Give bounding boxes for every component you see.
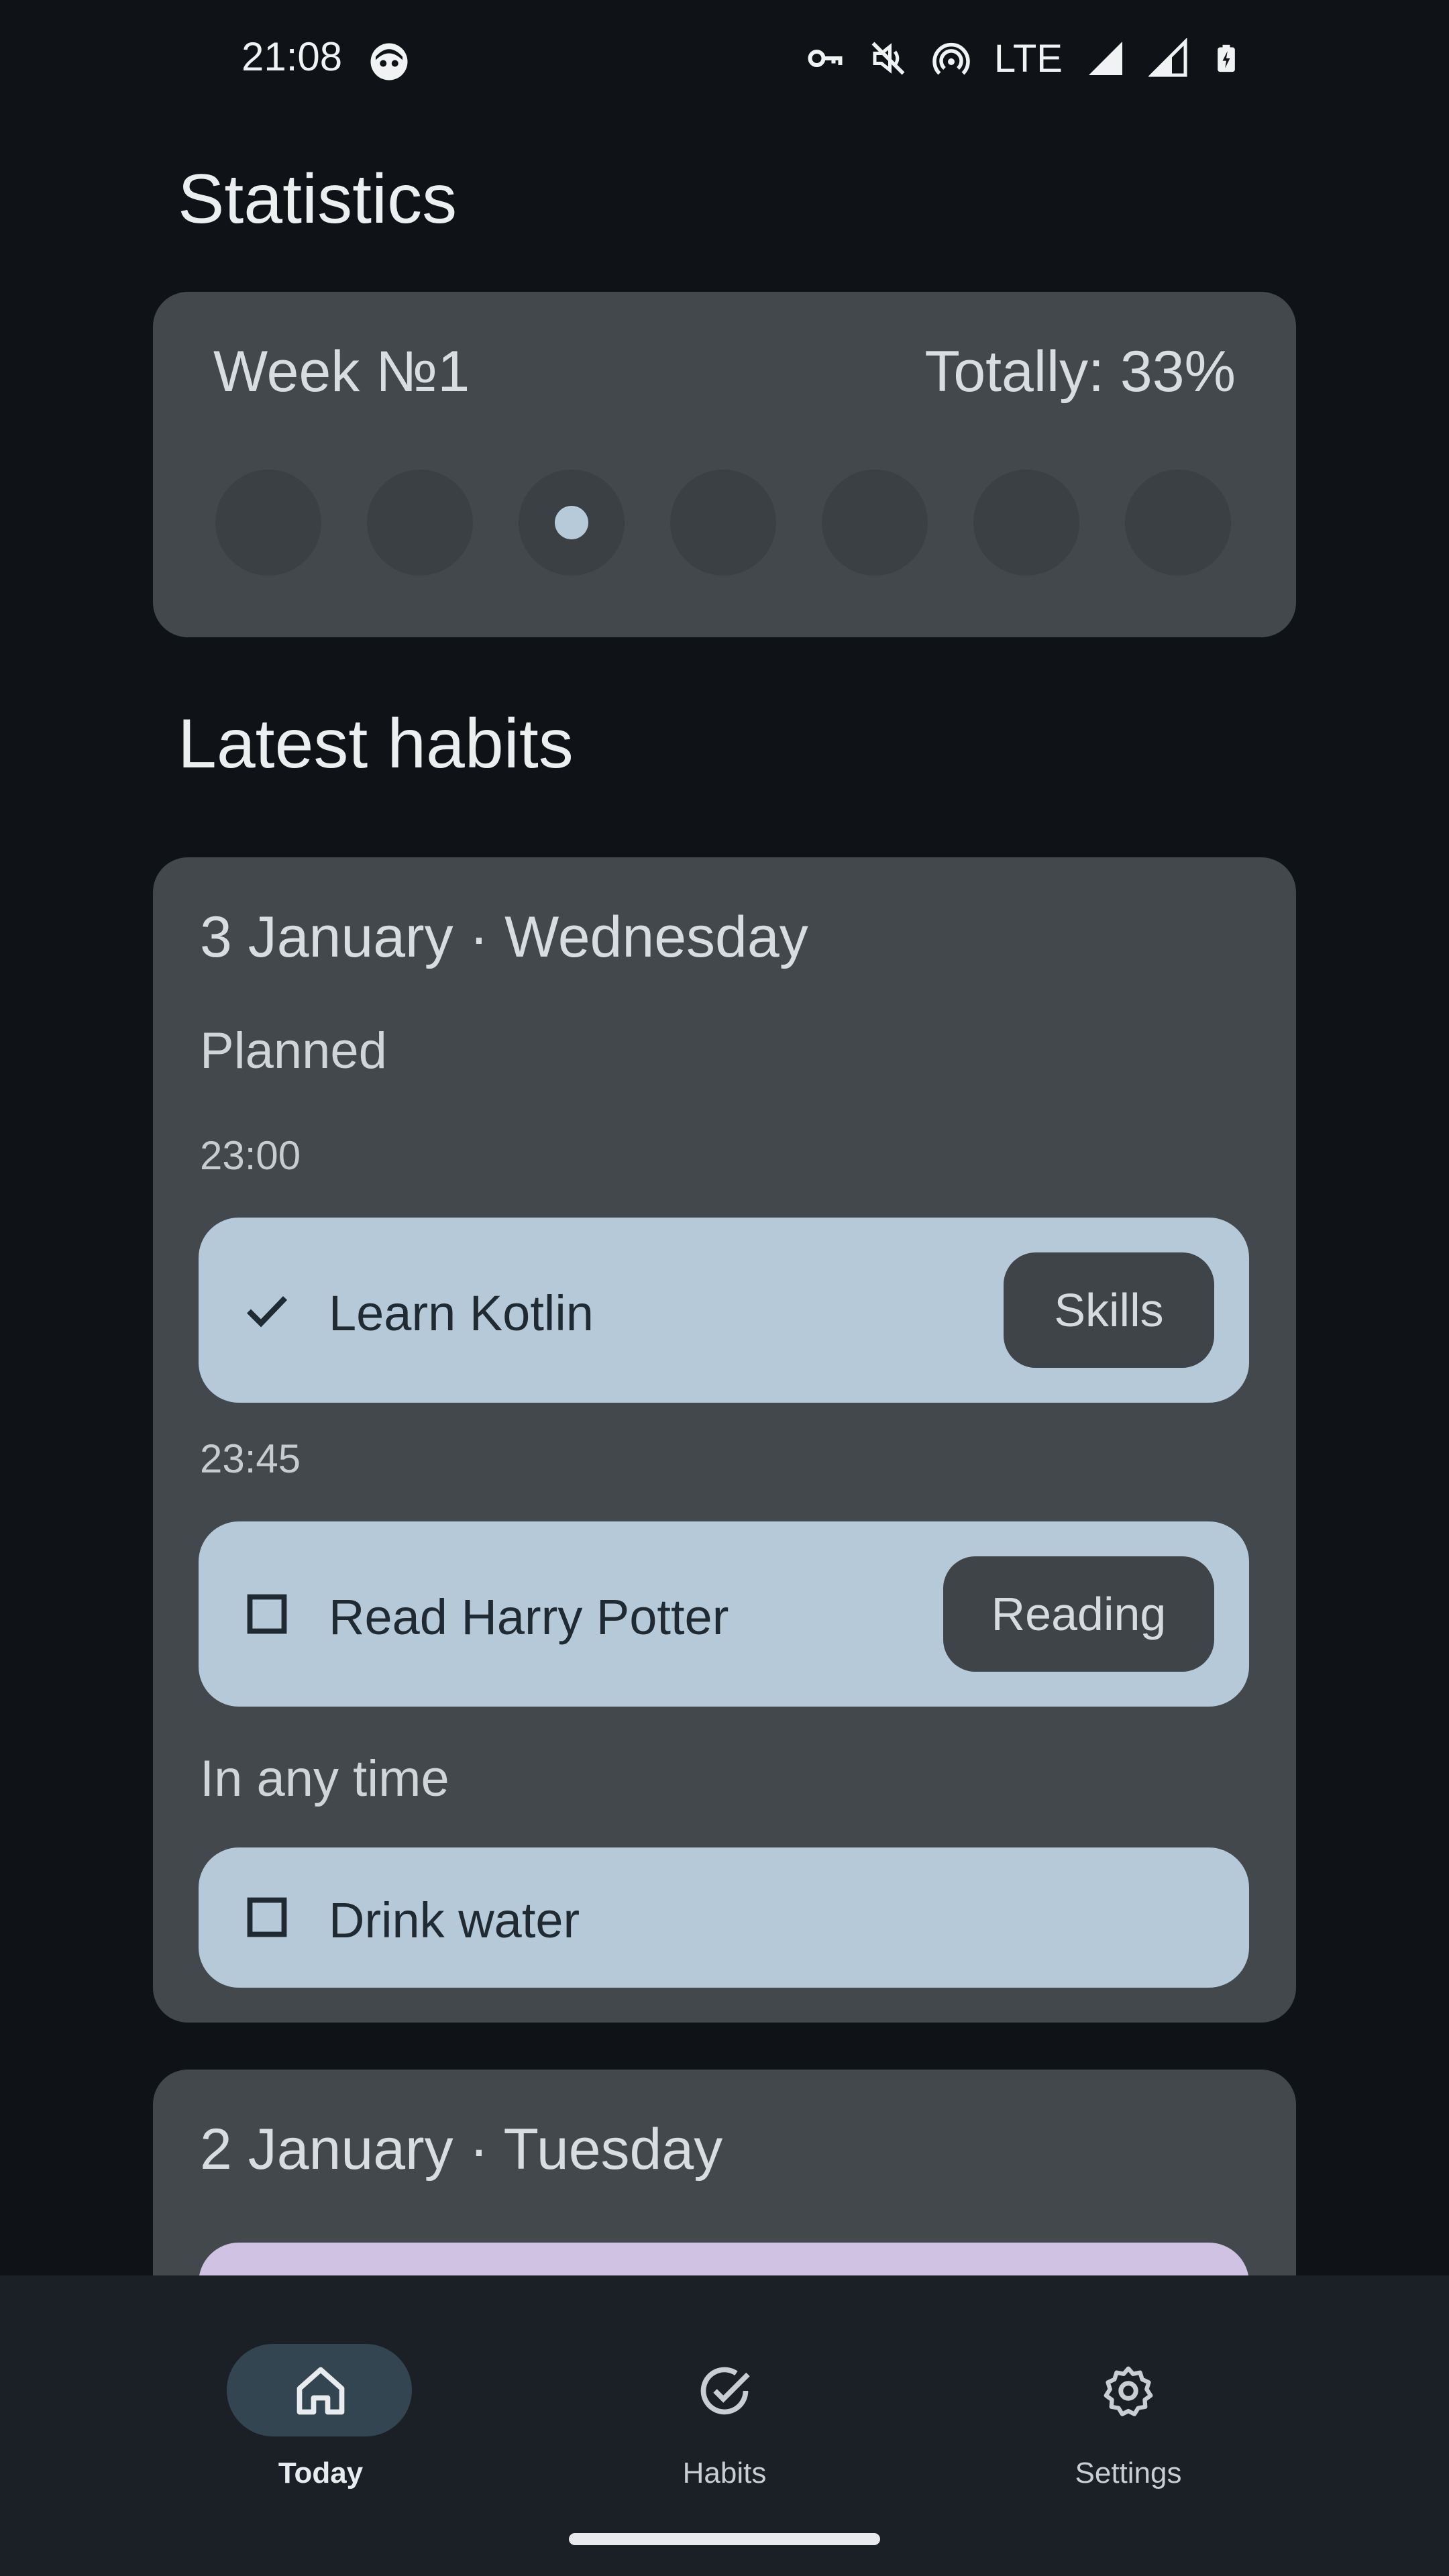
- habit-name: Learn Kotlin: [329, 1285, 594, 1341]
- signal-icon: [1089, 42, 1122, 75]
- habit-item[interactable]: Drink water: [199, 1847, 1249, 1988]
- habit-time: 23:00: [200, 1133, 301, 1178]
- bottom-navigation: Today Habits Settings: [0, 2275, 1449, 2576]
- signal-icon: [1148, 38, 1187, 77]
- home-indicator[interactable]: [569, 2533, 880, 2545]
- day-indicator: [670, 470, 776, 576]
- home-icon: [297, 2367, 345, 2415]
- hotspot-icon: [932, 42, 970, 75]
- habit-time: 23:45: [200, 1436, 301, 1481]
- planned-label: Planned: [200, 1022, 387, 1079]
- day-indicator: [973, 470, 1079, 576]
- nav-label: Habits: [682, 2457, 767, 2489]
- checkmark-icon[interactable]: [243, 1286, 291, 1334]
- gear-icon: [1104, 2366, 1153, 2416]
- day-date: 2 January · Tuesday: [200, 2117, 723, 2182]
- status-icons: LTE: [805, 35, 1241, 82]
- day-indicator: [1125, 470, 1231, 576]
- habit-name: Read Harry Potter: [329, 1589, 729, 1645]
- habit-name: Drink water: [329, 1892, 580, 1948]
- day-card: 3 January · Wednesday Planned 23:00 Lear…: [153, 857, 1296, 2023]
- checkbox-icon[interactable]: [243, 1590, 291, 1638]
- anytime-label: In any time: [200, 1750, 449, 1807]
- check-circle-icon: [700, 2367, 750, 2415]
- nav-label: Settings: [1075, 2457, 1182, 2489]
- nav-habits[interactable]: Habits: [584, 2309, 865, 2489]
- vpn-key-icon: [808, 50, 843, 67]
- day-indicator-marked: [519, 470, 625, 576]
- habit-item[interactable]: Read Harry Potter Reading: [199, 1521, 1249, 1707]
- status-bar: 21:08 LTE: [0, 0, 1449, 121]
- habit-tag[interactable]: Skills: [1004, 1252, 1214, 1368]
- latest-habits-title: Latest habits: [178, 705, 574, 783]
- week-statistics-card[interactable]: Week №1 Totally: 33%: [153, 292, 1296, 637]
- day-indicator: [367, 470, 473, 576]
- habit-item[interactable]: Learn Kotlin Skills: [199, 1218, 1249, 1403]
- checkbox-icon[interactable]: [243, 1893, 291, 1941]
- status-time: 21:08: [241, 34, 343, 79]
- total-percentage: Totally: 33%: [924, 339, 1236, 404]
- week-day-indicators: [215, 470, 1231, 576]
- face-icon: [370, 43, 408, 80]
- nav-today[interactable]: Today: [180, 2309, 462, 2489]
- habit-tag[interactable]: Reading: [943, 1556, 1214, 1672]
- network-type: LTE: [994, 36, 1063, 80]
- day-indicator: [822, 470, 928, 576]
- nav-label: Today: [278, 2457, 364, 2489]
- day-date: 3 January · Wednesday: [200, 905, 808, 969]
- nav-settings[interactable]: Settings: [987, 2309, 1269, 2489]
- day-indicator: [215, 470, 321, 576]
- mute-icon: [871, 42, 905, 75]
- battery-charging-icon: [1218, 44, 1235, 72]
- week-label: Week №1: [213, 339, 470, 404]
- statistics-title: Statistics: [178, 160, 458, 238]
